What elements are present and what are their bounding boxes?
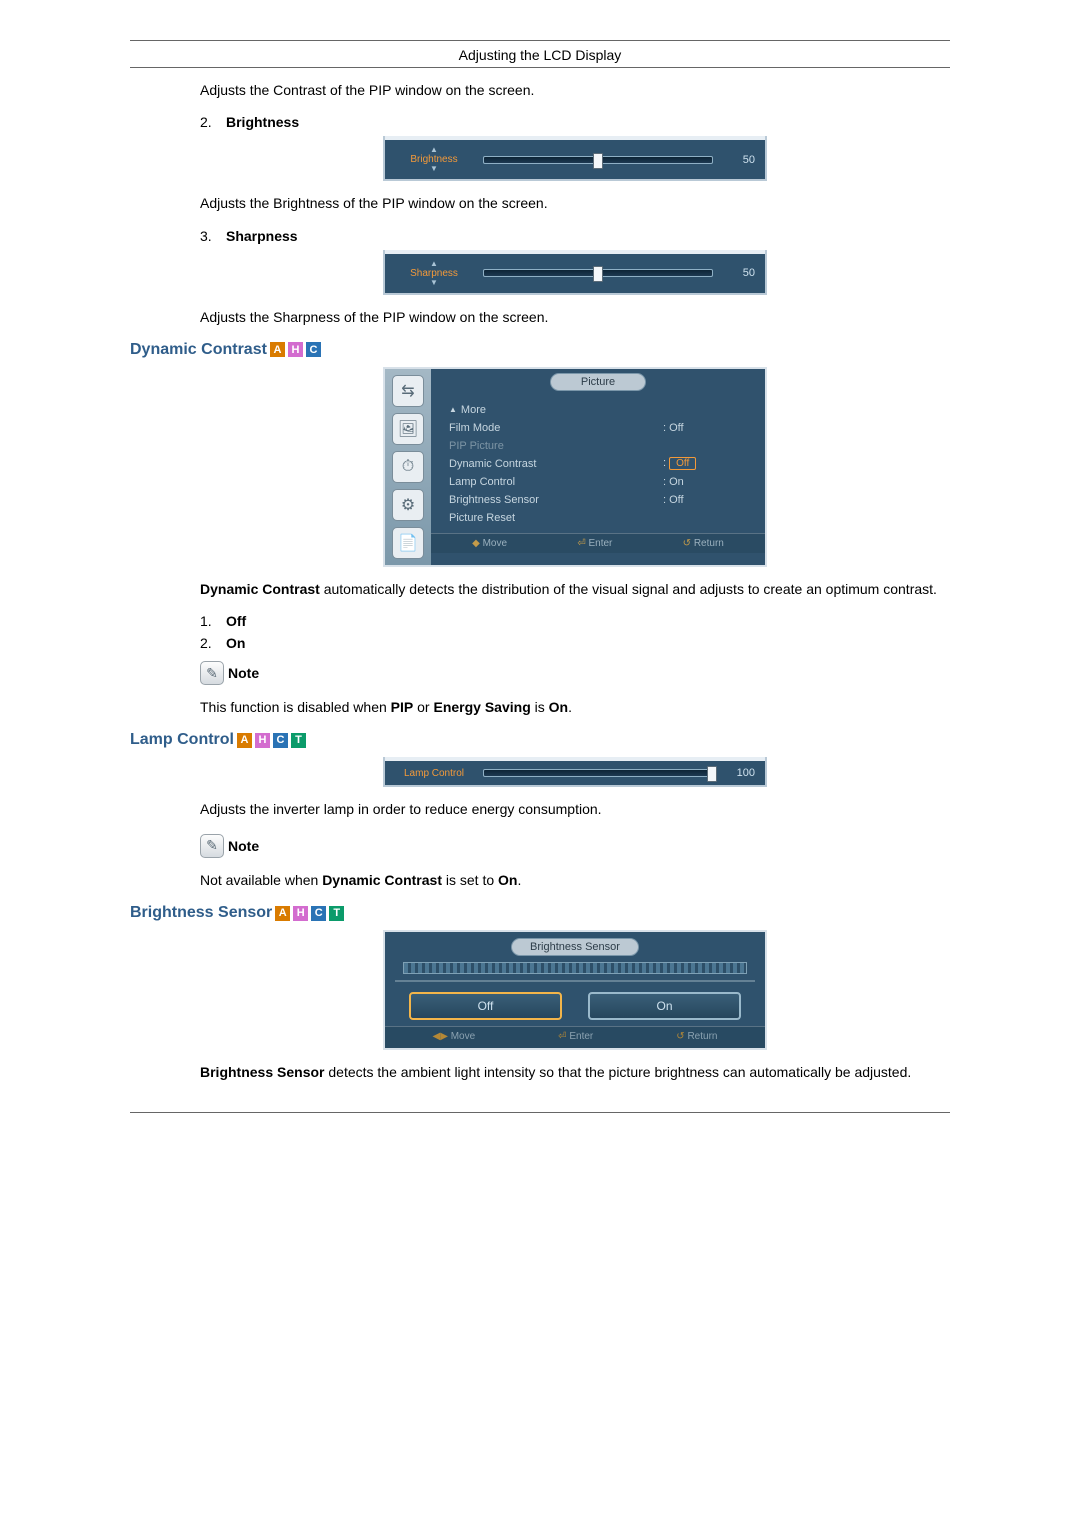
slider-value: 100: [721, 767, 755, 779]
panel-hints: ◀▶ Move ⏎ Enter ↺ Return: [385, 1026, 765, 1048]
down-arrow-icon: ▼: [430, 165, 438, 173]
slider-value: 50: [721, 154, 755, 166]
list-item-sharpness: 3. Sharpness: [200, 228, 950, 244]
down-arrow-icon: ▼: [430, 279, 438, 287]
badge-a-icon: A: [270, 342, 285, 357]
badge-c-icon: C: [306, 342, 321, 357]
slider-track[interactable]: [483, 769, 713, 777]
menu-info-icon[interactable]: 📄: [392, 527, 424, 559]
slider-track[interactable]: [483, 269, 713, 277]
brightness-sensor-panel: Brightness Sensor Off On ◀▶ Move ⏎ Enter…: [383, 930, 767, 1050]
slider-value: 50: [721, 267, 755, 279]
note-row: ✎ Note: [200, 834, 950, 858]
lamp-note: Not available when Dynamic Contrast is s…: [200, 870, 950, 890]
section-heading-brightness-sensor: Brightness Sensor A H C T: [130, 904, 950, 922]
badge-c-icon: C: [311, 906, 326, 921]
slider-label: ▲ Sharpness ▼: [393, 260, 475, 287]
page-header: Adjusting the LCD Display: [130, 41, 950, 67]
menu-picture-icon[interactable]: 🖼: [392, 413, 424, 445]
menu-row-pip-picture: PIP Picture: [449, 437, 753, 455]
menu-row-brightness-sensor[interactable]: Brightness Sensor Off: [449, 491, 753, 509]
item-number: 2.: [200, 114, 226, 130]
slider-thumb[interactable]: [593, 266, 603, 282]
badge-h-icon: H: [288, 342, 303, 357]
slider-thumb[interactable]: [707, 766, 717, 782]
sharpness-slider-panel: ▲ Sharpness ▼ 50: [383, 250, 767, 295]
panel-title: Brightness Sensor: [511, 938, 639, 956]
sharpness-description: Adjusts the Sharpness of the PIP window …: [200, 307, 950, 327]
menu-row-dynamic-contrast[interactable]: Dynamic Contrast Off: [449, 455, 753, 473]
badge-t-icon: T: [329, 906, 344, 921]
slider-label: Lamp Control: [393, 768, 475, 779]
item-label: Sharpness: [226, 228, 298, 244]
note-row: ✎ Note: [200, 661, 950, 685]
back-arrow-icon: ▲: [449, 405, 457, 414]
badge-h-icon: H: [293, 906, 308, 921]
up-arrow-icon: ▲: [430, 146, 438, 154]
badge-c-icon: C: [273, 733, 288, 748]
note-icon: ✎: [200, 834, 224, 858]
slider-thumb[interactable]: [593, 153, 603, 169]
option-on: 2. On: [200, 635, 950, 651]
item-number: 3.: [200, 228, 226, 244]
item-label: Brightness: [226, 114, 299, 130]
dynamic-contrast-description: Dynamic Contrast automatically detects t…: [200, 579, 950, 599]
picture-menu-panel: ⇆ 🖼 ⏱ ⚙ 📄 Picture ▲ More Film Mode: [383, 367, 767, 567]
menu-input-icon[interactable]: ⇆: [392, 375, 424, 407]
menu-hints: ◆ Move ⏎ Enter ↺ Return: [431, 533, 765, 553]
badge-h-icon: H: [255, 733, 270, 748]
dynamic-contrast-note: This function is disabled when PIP or En…: [200, 697, 950, 717]
lamp-control-slider-panel: Lamp Control 100: [383, 757, 767, 787]
menu-row-picture-reset[interactable]: Picture Reset: [449, 509, 753, 527]
menu-tab: Picture: [550, 373, 646, 391]
on-button[interactable]: On: [588, 992, 741, 1020]
menu-settings-icon[interactable]: ⚙: [392, 489, 424, 521]
badge-a-icon: A: [237, 733, 252, 748]
up-arrow-icon: ▲: [430, 260, 438, 268]
section-heading-lamp-control: Lamp Control A H C T: [130, 731, 950, 749]
menu-row-more[interactable]: ▲ More: [449, 401, 753, 419]
option-off: 1. Off: [200, 613, 950, 629]
badge-a-icon: A: [275, 906, 290, 921]
brightness-slider-panel: ▲ Brightness ▼ 50: [383, 136, 767, 181]
section-heading-dynamic-contrast: Dynamic Contrast A H C: [130, 341, 950, 359]
menu-timer-icon[interactable]: ⏱: [392, 451, 424, 483]
lamp-description: Adjusts the inverter lamp in order to re…: [200, 799, 950, 819]
slider-label: ▲ Brightness ▼: [393, 146, 475, 173]
slider-track[interactable]: [483, 156, 713, 164]
list-item-brightness: 2. Brightness: [200, 114, 950, 130]
menu-row-film-mode[interactable]: Film Mode Off: [449, 419, 753, 437]
badge-t-icon: T: [291, 733, 306, 748]
off-button[interactable]: Off: [409, 992, 562, 1020]
brightness-sensor-description: Brightness Sensor detects the ambient li…: [200, 1062, 950, 1082]
progress-bar: [403, 962, 747, 974]
note-icon: ✎: [200, 661, 224, 685]
menu-row-lamp-control[interactable]: Lamp Control On: [449, 473, 753, 491]
brightness-description: Adjusts the Brightness of the PIP window…: [200, 193, 950, 213]
contrast-description: Adjusts the Contrast of the PIP window o…: [200, 80, 950, 100]
